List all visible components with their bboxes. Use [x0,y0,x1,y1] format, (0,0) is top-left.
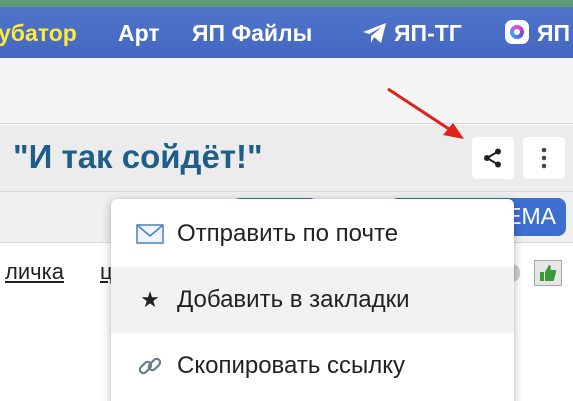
link-icon [135,351,165,381]
more-options-button[interactable] [523,137,565,179]
nav-item-incubator[interactable]: убатор [0,19,77,47]
app-logo-icon [505,20,529,44]
telegram-icon [363,23,386,43]
menu-item-send-email[interactable]: Отправить по почте [111,201,514,267]
envelope-icon [135,219,165,249]
nav-item-files[interactable]: ЯП Файлы [192,19,312,47]
menu-item-label: Скопировать ссылку [177,352,406,379]
nav-item-telegram[interactable]: ЯП-ТГ [362,19,462,47]
thumbs-up-icon [540,265,557,281]
star-icon: ★ [140,287,160,313]
menu-item-label: Отправить по почте [177,220,399,247]
link-inbox[interactable]: личка [5,259,64,285]
nav-item-telegram-label: ЯП-ТГ [394,20,462,46]
menu-item-label: Добавить в закладки [177,286,410,313]
nav-item-art[interactable]: Арт [118,19,160,47]
menu-item-add-bookmark[interactable]: ★ Добавить в закладки [111,267,514,333]
nav-item-app[interactable]: ЯП [505,19,570,47]
share-icon [484,148,501,168]
nav-item-app-label: ЯП [537,20,571,46]
menu-item-copy-link[interactable]: Скопировать ссылку [111,333,514,399]
share-button[interactable] [472,137,514,179]
top-stripe [0,0,573,7]
annotation-arrow-icon [387,87,464,139]
like-button[interactable] [534,260,562,286]
vertical-dots-icon [541,147,547,169]
page-title: "И так сойдёт!" [13,138,263,175]
sub-header-band [0,58,573,124]
share-menu: Отправить по почте ★ Добавить в закладки… [111,199,514,401]
top-navbar: убатор Арт ЯП Файлы ЯП-ТГ ЯП [0,7,573,58]
